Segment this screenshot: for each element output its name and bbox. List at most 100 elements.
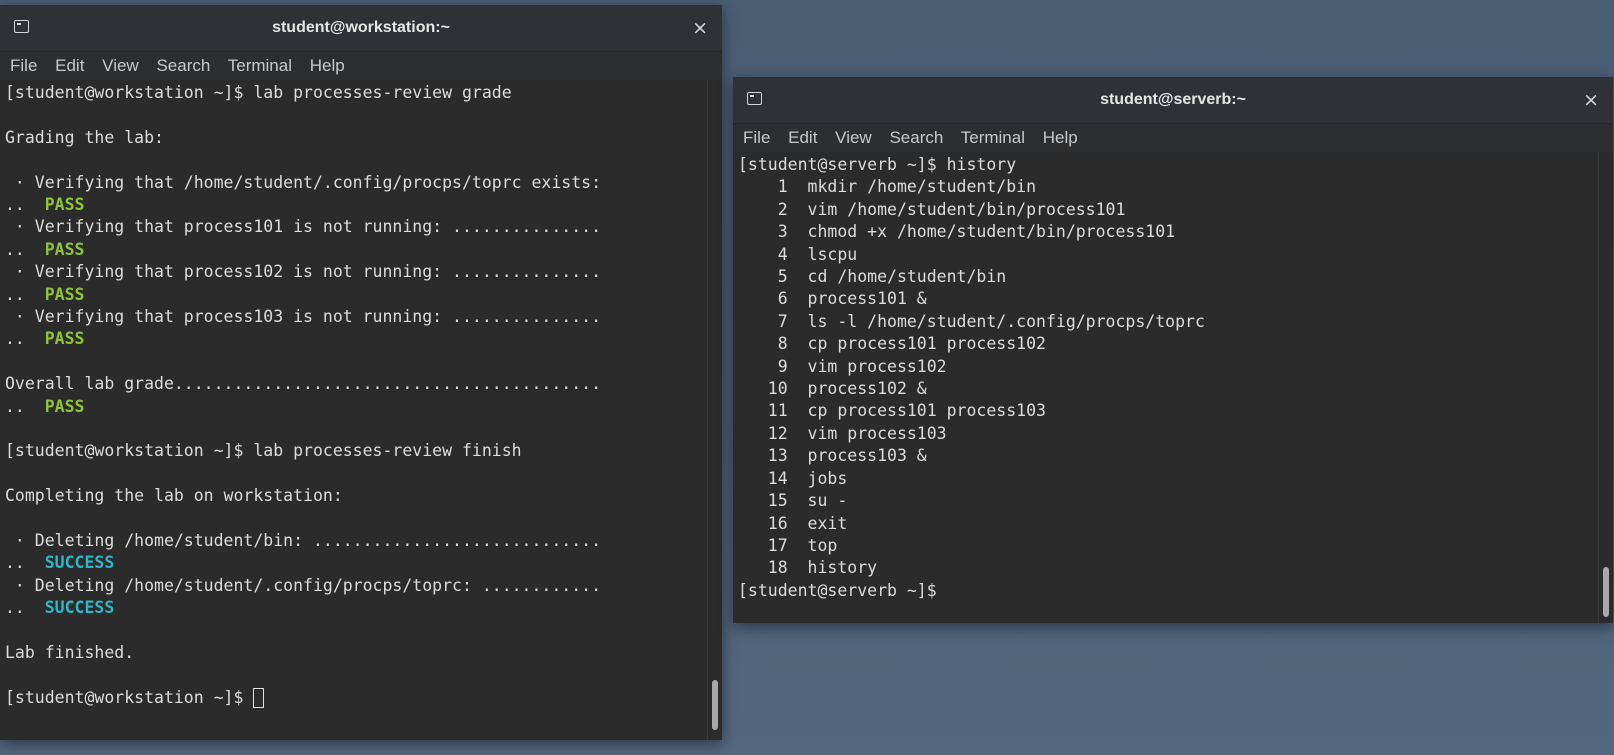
line-text: Lab finished. [5, 643, 135, 663]
terminal-line: .. PASS [5, 328, 722, 350]
terminal-line: 16 exit [738, 513, 1613, 535]
workstation-titlebar[interactable]: student@workstation:~ × [0, 5, 722, 52]
terminal-output[interactable]: [student@workstation ~]$ lab processes-r… [0, 80, 722, 740]
pass-status: PASS [44, 239, 85, 259]
line-text: 8 cp process101 process102 [738, 334, 1046, 354]
line-text: 2 vim /home/student/bin/process101 [738, 199, 1126, 219]
terminal-line: .. PASS [5, 396, 722, 418]
menu-search[interactable]: Search [889, 128, 943, 147]
menu-search[interactable]: Search [156, 56, 210, 75]
line-text: Grading the lab: [5, 127, 164, 147]
line-text: [student@workstation ~]$ lab processes-r… [5, 441, 522, 461]
line-text: .. [5, 598, 45, 618]
line-text: · Deleting /home/student/bin: ..........… [5, 531, 602, 551]
line-text: · Verifying that process103 is not runni… [5, 307, 602, 327]
menu-view[interactable]: View [102, 56, 139, 75]
line-text: .. [5, 329, 45, 349]
menu-terminal[interactable]: Terminal [961, 128, 1025, 147]
line-text: [student@workstation ~]$ [5, 687, 254, 707]
terminal-line: .. SUCCESS [5, 597, 722, 619]
menu-help[interactable]: Help [1043, 128, 1078, 147]
terminal-line: 2 vim /home/student/bin/process101 [738, 199, 1613, 221]
success-status: SUCCESS [44, 598, 115, 618]
line-text: 10 process102 & [738, 379, 927, 399]
line-text: Overall lab grade.......................… [5, 374, 602, 394]
terminal-line: 13 process103 & [738, 445, 1613, 467]
terminal-text: [student@workstation ~]$ lab processes-r… [0, 80, 722, 709]
terminal-line: Completing the lab on workstation: [5, 485, 722, 507]
menu-view[interactable]: View [835, 128, 872, 147]
line-text: [student@serverb ~]$ history [738, 155, 1017, 174]
terminal-output[interactable]: [student@serverb ~]$ history 1 mkdir /ho… [733, 152, 1613, 623]
menu-terminal[interactable]: Terminal [228, 56, 292, 75]
success-status: SUCCESS [44, 553, 115, 573]
line-text: 11 cp process101 process103 [738, 401, 1046, 421]
menu-bar: File Edit View Search Terminal Help [733, 124, 1613, 152]
terminal-line: · Deleting /home/student/bin: ..........… [5, 530, 722, 552]
scrollbar-thumb[interactable] [1603, 567, 1609, 617]
terminal-line: 7 ls -l /home/student/.config/procps/top… [738, 311, 1613, 333]
line-text: 18 history [738, 558, 878, 578]
terminal-line: · Verifying that process102 is not runni… [5, 261, 722, 283]
line-text: · Deleting /home/student/.config/procps/… [5, 575, 602, 595]
terminal-line: 15 su - [738, 490, 1613, 512]
terminal-line: 4 lscpu [738, 244, 1613, 266]
line-text: 1 mkdir /home/student/bin [738, 177, 1037, 197]
pass-status: PASS [44, 329, 85, 349]
line-text: [student@workstation ~]$ lab processes-r… [5, 83, 512, 102]
scrollbar-thumb[interactable] [712, 680, 718, 730]
terminal-line: 9 vim process102 [738, 356, 1613, 378]
line-text: .. [5, 239, 45, 259]
terminal-line: 5 cd /home/student/bin [738, 266, 1613, 288]
terminal-line: 11 cp process101 process103 [738, 400, 1613, 422]
terminal-line: 6 process101 & [738, 288, 1613, 310]
terminal-line: 1 mkdir /home/student/bin [738, 176, 1613, 198]
terminal-line: .. PASS [5, 239, 722, 261]
terminal-line: · Verifying that process101 is not runni… [5, 216, 722, 238]
menu-edit[interactable]: Edit [788, 128, 817, 147]
line-text: .. [5, 396, 45, 416]
terminal-line: [student@serverb ~]$ [738, 580, 1613, 602]
line-text: .. [5, 284, 45, 304]
text-cursor [253, 687, 265, 708]
serverb-titlebar[interactable]: student@serverb:~ × [733, 77, 1613, 124]
menu-edit[interactable]: Edit [55, 56, 84, 75]
terminal-line: 14 jobs [738, 468, 1613, 490]
menu-help[interactable]: Help [310, 56, 345, 75]
terminal-line: · Verifying that /home/student/.config/p… [5, 172, 722, 194]
serverb-terminal-window[interactable]: student@serverb:~ × File Edit View Searc… [733, 77, 1613, 623]
terminal-line: Overall lab grade.......................… [5, 373, 722, 395]
menu-file[interactable]: File [10, 56, 37, 75]
terminal-line: 3 chmod +x /home/student/bin/process101 [738, 221, 1613, 243]
line-text: 3 chmod +x /home/student/bin/process101 [738, 222, 1176, 242]
pass-status: PASS [44, 284, 85, 304]
window-title: student@workstation:~ [272, 19, 450, 36]
line-text: 6 process101 & [738, 289, 927, 309]
line-text: 13 process103 & [738, 446, 927, 466]
terminal-line: · Deleting /home/student/.config/procps/… [5, 575, 722, 597]
terminal-text: [student@serverb ~]$ history 1 mkdir /ho… [733, 152, 1613, 602]
line-text: · Verifying that /home/student/.config/p… [5, 172, 602, 192]
line-text: 12 vim process103 [738, 423, 947, 443]
terminal-line: .. SUCCESS [5, 552, 722, 574]
scrollbar[interactable] [1598, 152, 1613, 623]
line-text: 15 su - [738, 491, 848, 511]
terminal-line: Grading the lab: [5, 127, 722, 149]
menu-file[interactable]: File [743, 128, 770, 147]
close-button[interactable]: × [692, 5, 708, 51]
line-text: · Verifying that process101 is not runni… [5, 217, 602, 237]
terminal-line: 12 vim process103 [738, 423, 1613, 445]
pass-status: PASS [44, 195, 85, 214]
terminal-line: [student@workstation ~]$ [5, 687, 722, 709]
menu-bar: File Edit View Search Terminal Help [0, 52, 722, 80]
line-text: [student@serverb ~]$ [738, 580, 937, 600]
close-button[interactable]: × [1583, 77, 1599, 123]
scrollbar[interactable] [707, 80, 722, 740]
workstation-terminal-window[interactable]: student@workstation:~ × File Edit View S… [0, 5, 722, 740]
